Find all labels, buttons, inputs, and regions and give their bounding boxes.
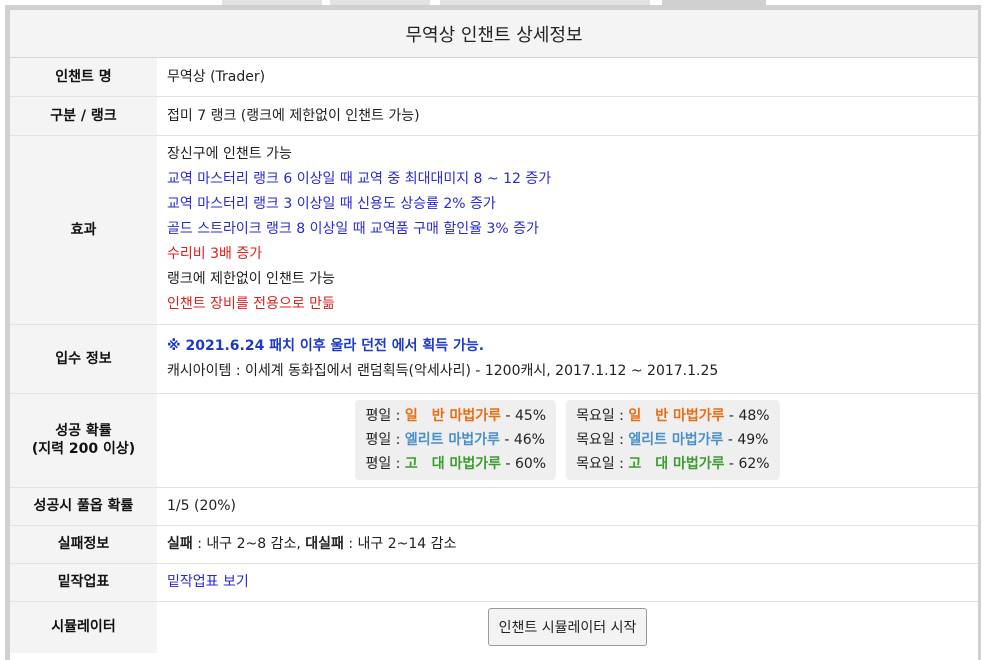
row-name: 인챈트 명 무역상 (Trader) bbox=[10, 58, 978, 97]
thursday-rate-box: 목요일 : 일 반 마법가루 - 48% 목요일 : 엘리트 마법가루 - 49… bbox=[566, 400, 780, 480]
enchant-name-value: 무역상 (Trader) bbox=[157, 58, 978, 97]
row-rank: 구분 / 랭크 접미 7 랭크 (랭크에 제한없이 인챈트 가능) bbox=[10, 96, 978, 136]
row-fullopt: 성공시 풀옵 확률 1/5 (20%) bbox=[10, 487, 978, 526]
detail-panel: 무역상 인챈트 상세정보 인챈트 명 무역상 (Trader) 구분 / 랭크 … bbox=[10, 10, 978, 660]
row-label: 입수 정보 bbox=[10, 324, 157, 394]
detail-panel-frame: 무역상 인챈트 상세정보 인챈트 명 무역상 (Trader) 구분 / 랭크 … bbox=[5, 5, 981, 660]
panel-title: 무역상 인챈트 상세정보 bbox=[10, 10, 978, 58]
source-detail: 캐시아이템 : 이세계 동화집에서 랜덤획득(악세사리) - 1200캐시, 2… bbox=[167, 362, 719, 379]
success-label: 성공 확률 bbox=[55, 423, 112, 439]
rate-value: 48% bbox=[738, 408, 770, 424]
row-effect: 효과 장신구에 인챈트 가능 교역 마스터리 랭크 6 이상일 때 교역 중 최… bbox=[10, 135, 978, 325]
row-label: 시뮬레이터 bbox=[10, 601, 157, 653]
rate-value: 49% bbox=[737, 432, 769, 448]
bigfail-value: 내구 2~14 감소 bbox=[357, 536, 457, 552]
enchant-info-table: 인챈트 명 무역상 (Trader) 구분 / 랭크 접미 7 랭크 (랭크에 … bbox=[10, 58, 978, 653]
row-label: 효과 bbox=[10, 135, 157, 325]
success-label-sub: (지력 200 이상) bbox=[31, 441, 136, 457]
success-rates: 평일 : 일 반 마법가루 - 45% 평일 : 엘리트 마법가루 - 46% … bbox=[157, 393, 978, 488]
rate-value: 45% bbox=[514, 408, 547, 424]
elite-powder-name: 엘리트 마법가루 bbox=[404, 432, 500, 448]
fail-value: 내구 2~8 감소 bbox=[206, 536, 297, 552]
row-label: 성공 확률 (지력 200 이상) bbox=[10, 393, 157, 488]
elite-powder-name: 엘리트 마법가루 bbox=[628, 432, 724, 448]
simulator-start-button[interactable]: 인챈트 시뮬레이터 시작 bbox=[487, 608, 648, 647]
rank-value: 접미 7 랭크 (랭크에 제한없이 인챈트 가능) bbox=[157, 96, 978, 136]
weekday-rate-box: 평일 : 일 반 마법가루 - 45% 평일 : 엘리트 마법가루 - 46% … bbox=[355, 400, 557, 480]
row-label: 밑작업표 bbox=[10, 563, 157, 602]
fail-label: 실패 bbox=[167, 536, 193, 552]
simulator-cell: 인챈트 시뮬레이터 시작 bbox=[157, 601, 978, 653]
effect-line: 교역 마스터리 랭크 6 이상일 때 교역 중 최대대미지 8 ~ 12 증가 bbox=[167, 171, 552, 187]
source-notice: ※ 2021.6.24 패치 이후 울라 던전 에서 획득 가능. bbox=[167, 337, 485, 354]
effect-line: 교역 마스터리 랭크 3 이상일 때 신용도 상승률 2% 증가 bbox=[167, 196, 496, 212]
bigfail-label: 대실패 bbox=[305, 536, 344, 552]
effect-list: 장신구에 인챈트 가능 교역 마스터리 랭크 6 이상일 때 교역 중 최대대미… bbox=[157, 135, 978, 325]
baseplate-cell: 밑작업표 보기 bbox=[157, 563, 978, 602]
rate-line: 목요일 : 고 대 마법가루 - 62% bbox=[576, 456, 770, 472]
fail-info: 실패 : 내구 2~8 감소, 대실패 : 내구 2~14 감소 bbox=[157, 525, 978, 564]
ancient-powder-name: 고 대 마법가루 bbox=[628, 456, 725, 472]
row-source: 입수 정보 ※ 2021.6.24 패치 이후 울라 던전 에서 획득 가능. … bbox=[10, 324, 978, 394]
normal-powder-name: 일 반 마법가루 bbox=[628, 408, 725, 424]
row-label: 실패정보 bbox=[10, 525, 157, 564]
rate-value: 62% bbox=[738, 456, 770, 472]
effect-line: 골드 스트라이크 랭크 8 이상일 때 교역품 구매 할인율 3% 증가 bbox=[167, 221, 539, 237]
row-simulator: 시뮬레이터 인챈트 시뮬레이터 시작 bbox=[10, 601, 978, 653]
effect-line: 인챈트 장비를 전용으로 만듦 bbox=[167, 296, 335, 312]
rate-line: 평일 : 고 대 마법가루 - 60% bbox=[365, 456, 547, 472]
row-label: 구분 / 랭크 bbox=[10, 96, 157, 136]
row-success-rate: 성공 확률 (지력 200 이상) 평일 : 일 반 마법가루 - 45% 평일… bbox=[10, 393, 978, 488]
rate-value: 46% bbox=[513, 432, 545, 448]
effect-line: 랭크에 제한없이 인챈트 가능 bbox=[167, 271, 335, 287]
row-fail: 실패정보 실패 : 내구 2~8 감소, 대실패 : 내구 2~14 감소 bbox=[10, 525, 978, 564]
row-label: 성공시 풀옵 확률 bbox=[10, 487, 157, 526]
rate-line: 목요일 : 엘리트 마법가루 - 49% bbox=[576, 432, 769, 448]
effect-line: 장신구에 인챈트 가능 bbox=[167, 146, 292, 162]
baseplate-link[interactable]: 밑작업표 보기 bbox=[167, 574, 249, 590]
row-baseplate: 밑작업표 밑작업표 보기 bbox=[10, 563, 978, 602]
rate-line: 목요일 : 일 반 마법가루 - 48% bbox=[576, 408, 770, 424]
normal-powder-name: 일 반 마법가루 bbox=[404, 408, 501, 424]
row-label: 인챈트 명 bbox=[10, 58, 157, 97]
fullopt-value: 1/5 (20%) bbox=[157, 487, 978, 526]
rate-line: 평일 : 일 반 마법가루 - 45% bbox=[365, 408, 547, 424]
effect-line: 수리비 3배 증가 bbox=[167, 246, 263, 262]
ancient-powder-name: 고 대 마법가루 bbox=[404, 456, 501, 472]
rate-value: 60% bbox=[514, 456, 547, 472]
rate-line: 평일 : 엘리트 마법가루 - 46% bbox=[365, 432, 545, 448]
source-info: ※ 2021.6.24 패치 이후 울라 던전 에서 획득 가능. 캐시아이템 … bbox=[157, 324, 978, 394]
